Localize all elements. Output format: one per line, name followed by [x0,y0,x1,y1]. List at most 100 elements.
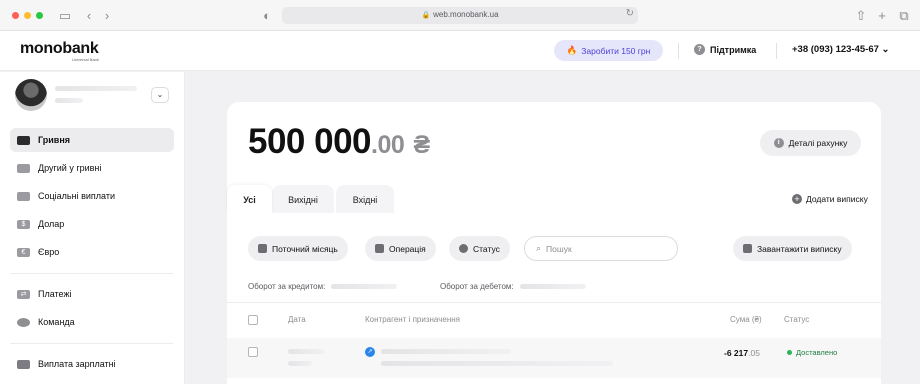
sidebar-item-euro[interactable]: € Євро [10,240,174,264]
lock-icon: 🔒 [421,12,431,19]
back-icon[interactable]: ‹ [80,7,98,24]
status-badge: Доставлено [787,348,837,357]
sidebar-item-label: Гривня [38,135,71,145]
sidebar-item-label: Платежі [38,289,72,299]
operation-filter-label: Операція [389,243,426,254]
card-icon [17,191,30,201]
currency-symbol: ₴ [413,131,431,159]
time-redacted [288,361,312,366]
phone-number: +38 (093) 123-45-67 [792,44,879,55]
logo[interactable]: monobank [20,40,99,58]
logo-subtitle: Universal Bank [72,57,99,62]
tab-all-active[interactable]: Усі [227,185,272,214]
balance-integer: 500 000 [248,122,372,161]
sidebar-item-social-payments[interactable]: Соціальні виплати [10,184,174,208]
new-tab-icon[interactable]: + [873,7,891,24]
tabs-overview-icon[interactable]: ⧉ [895,7,913,24]
sidebar-item-team[interactable]: Команда [10,310,174,334]
share-icon[interactable]: ⇧ [852,7,870,24]
account-details-button[interactable]: i Деталі рахунку [760,130,861,156]
status-filter[interactable]: Статус [449,236,510,261]
account-balance: 500 000.00 ₴ [248,122,430,162]
account-details-label: Деталі рахунку [788,138,848,148]
debit-turnover-label: Оборот за дебетом: [440,282,514,291]
close-window-button[interactable] [12,12,19,19]
download-statement-label: Завантажити виписку [757,243,842,254]
tab-outgoing[interactable]: Вихідні [272,185,334,214]
privacy-shield-icon[interactable]: ◐ [258,7,276,24]
support-link[interactable]: ? Підтримка [694,44,756,55]
browser-toolbar: ▭ ‹ › ◐ 🔒 web.monobank.ua ↻ ⇧ + ⧉ [0,0,920,31]
app-header: monobank Universal Bank 🔥 Заробити 150 г… [0,31,920,71]
account-switcher-button[interactable]: ⌄ [151,87,169,103]
account-name-redacted [55,86,137,91]
minimize-window-button[interactable] [24,12,31,19]
download-icon [743,244,752,253]
add-statement-button[interactable]: + Додати виписку [792,194,868,204]
sidebar-item-label: Виплата зарплатні [38,359,116,369]
counterparty-redacted [381,349,511,354]
sidebar-item-label: Євро [38,247,60,257]
search-input[interactable] [546,243,667,254]
euro-icon: € [17,247,30,257]
sidebar-item-label: Долар [38,219,65,229]
avatar[interactable] [15,79,47,111]
phone-selector[interactable]: +38 (093) 123-45-67 ⌄ [792,44,890,55]
credit-turnover-redacted [331,284,398,289]
transaction-amount: -6 217.05 [724,348,760,358]
support-label: Підтримка [710,44,757,55]
amount-integer: -6 217 [724,348,749,358]
tab-label: Усі [243,194,256,205]
table-divider [227,302,881,303]
account-subtitle-redacted [55,98,83,103]
sidebar: ⌄ Гривня Другий у гривні Соціальні випла… [0,72,185,384]
sidebar-item-hryvnia[interactable]: Гривня [10,128,174,152]
earn-referral-button[interactable]: 🔥 Заробити 150 грн [554,40,663,61]
zoom-window-button[interactable] [36,12,43,19]
salary-icon [17,359,30,369]
info-icon: i [773,138,784,148]
period-filter-label: Поточний місяць [272,243,338,254]
address-bar[interactable]: 🔒 web.monobank.ua ↻ [282,7,638,24]
dollar-icon: $ [17,219,30,229]
column-header-amount[interactable]: Сума (₴) [730,315,762,324]
purpose-redacted [381,361,613,366]
balance-decimal: .00 [371,131,405,159]
chevron-down-icon: ⌄ [881,44,890,55]
status-label: Доставлено [796,348,838,357]
card-icon [17,135,30,145]
search-icon: ⌕ [536,243,542,253]
transfer-icon: ⇄ [17,289,30,299]
sidebar-item-second-hryvnia[interactable]: Другий у гривні [10,156,174,180]
search-field[interactable]: ⌕ [524,236,678,261]
status-icon [459,244,468,253]
column-header-date[interactable]: Дата [288,315,306,324]
debit-turnover: Оборот за дебетом: [440,282,586,291]
account-card: 500 000.00 ₴ i Деталі рахунку Усі Вихідн… [227,102,881,384]
tab-label: Вихідні [288,194,318,205]
transfer-arrow-icon: ↗ [365,347,375,357]
select-all-checkbox[interactable] [248,315,258,325]
table-row[interactable] [227,338,881,378]
sidebar-divider [10,343,173,344]
column-header-counterparty[interactable]: Контрагент і призначення [365,315,460,324]
team-icon [17,317,30,327]
forward-icon[interactable]: › [98,7,116,24]
reload-icon[interactable]: ↻ [626,8,634,19]
download-statement-button[interactable]: Завантажити виписку [733,236,852,261]
status-dot-icon [787,350,792,355]
operation-filter[interactable]: Операція [365,236,436,261]
divider [678,43,679,59]
sidebar-item-salary[interactable]: Виплата зарплатні [10,352,174,376]
grid-icon [375,244,384,253]
column-header-status[interactable]: Статус [784,315,809,324]
sidebar-toggle-icon[interactable]: ▭ [56,7,74,24]
tab-incoming[interactable]: Вхідні [336,185,394,214]
period-filter[interactable]: Поточний місяць [248,236,348,261]
sidebar-item-dollar[interactable]: $ Долар [10,212,174,236]
sidebar-item-payments[interactable]: ⇄ Платежі [10,282,174,306]
row-checkbox[interactable] [248,347,258,357]
card-icon [17,163,30,173]
calendar-icon [258,244,267,253]
debit-turnover-redacted [519,284,586,289]
